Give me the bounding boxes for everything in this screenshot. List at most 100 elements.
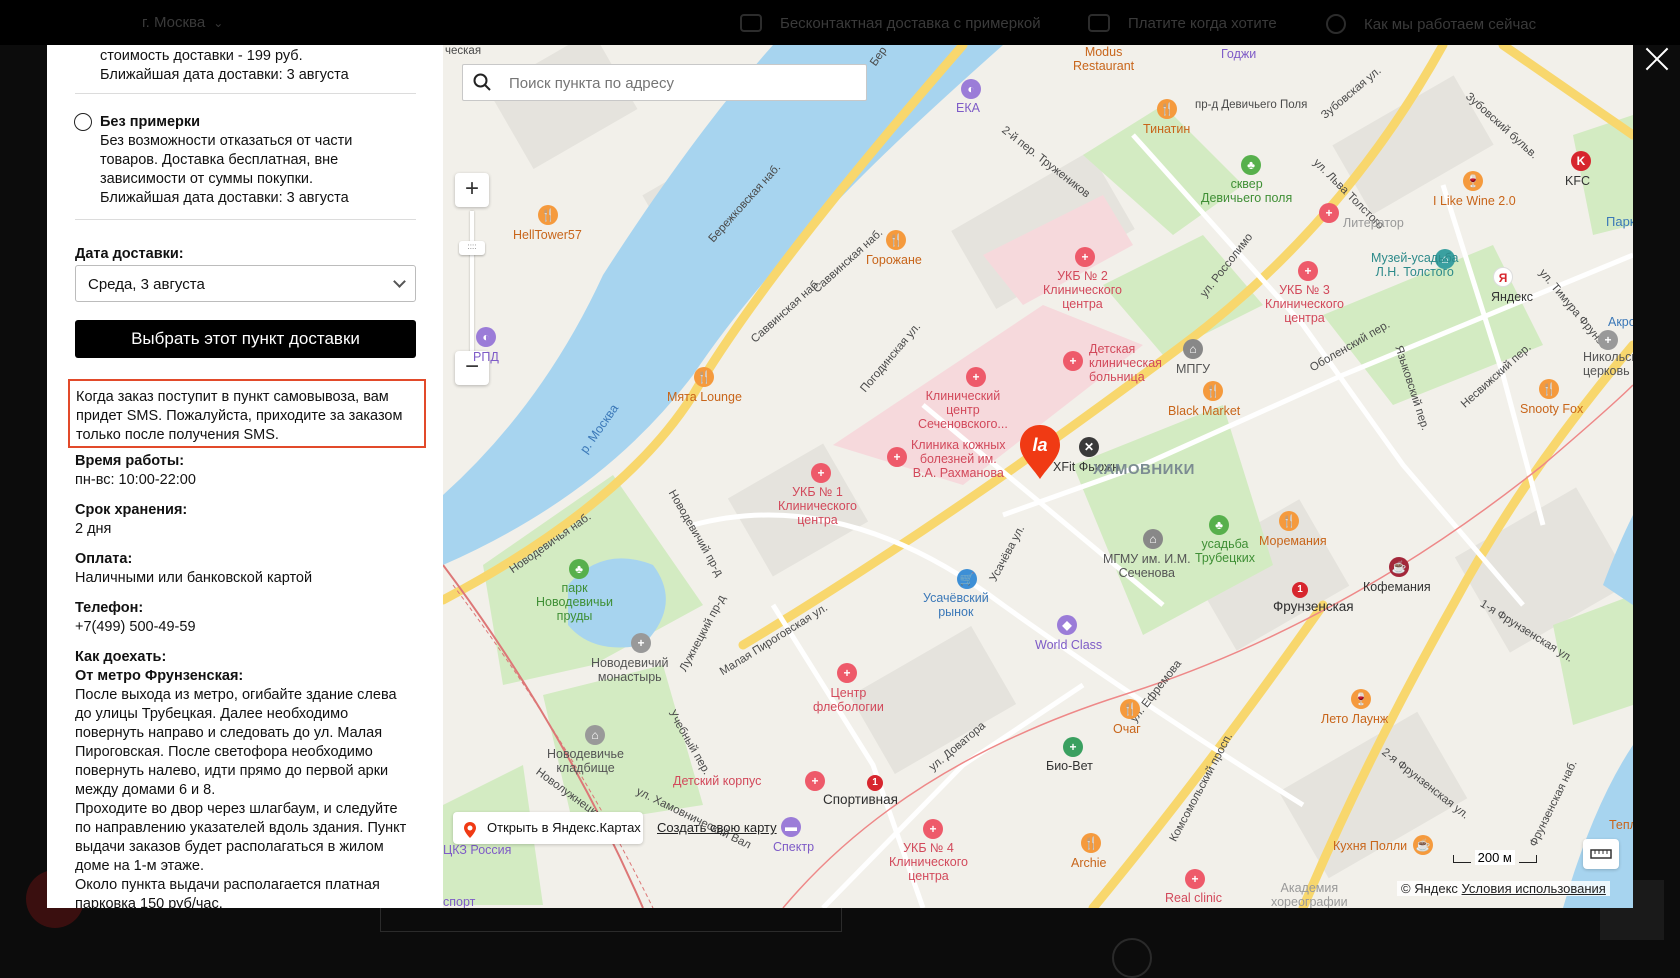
poi-label[interactable]: Новодевичий монастырь <box>591 656 669 684</box>
restaurant-icon[interactable]: 🍷 <box>1351 689 1371 709</box>
poi-label[interactable]: Клинический центр Сеченовского... <box>918 389 1008 431</box>
metro-label[interactable]: Фрунзенская <box>1273 600 1354 614</box>
service-icon[interactable]: ◐ <box>961 79 981 99</box>
zoom-handle[interactable]: :::: <box>459 241 485 255</box>
restaurant-icon[interactable]: 🍴 <box>538 205 558 225</box>
hospital-icon[interactable]: + <box>805 771 825 791</box>
hotel-icon[interactable]: ▬ <box>781 817 801 837</box>
yandex-map[interactable]: + :::: − Бережковская наб. Саввинская на… <box>443 45 1633 908</box>
poi-label[interactable]: Био-Вет <box>1046 759 1093 773</box>
poi-label[interactable]: ЦКЗ Россия <box>443 843 511 857</box>
hospital-icon[interactable]: + <box>923 819 943 839</box>
poi-label[interactable]: Моремания <box>1259 534 1327 548</box>
select-pickup-point-button[interactable]: Выбрать этот пункт доставки <box>75 320 416 358</box>
poi-label[interactable]: РПД <box>473 350 499 364</box>
poi-label[interactable]: парк Новодевичьи пруды <box>536 581 613 623</box>
poi-label[interactable]: Никольск церковь <box>1583 350 1633 378</box>
ruler-icon[interactable] <box>1583 839 1619 869</box>
poi-label[interactable]: Тепл <box>1609 818 1633 832</box>
restaurant-icon[interactable]: 🍴 <box>1539 379 1559 399</box>
park-icon[interactable]: ♣ <box>1241 155 1261 175</box>
poi-label[interactable]: Новодевичье кладбище <box>547 747 624 775</box>
kfc-icon[interactable]: K <box>1571 151 1591 171</box>
hospital-icon[interactable]: + <box>1063 351 1083 371</box>
poi-label[interactable]: УКБ № 2 Клинического центра <box>1043 269 1122 311</box>
fitness-icon[interactable]: ✕ <box>1079 437 1099 457</box>
restaurant-icon[interactable]: 🍴 <box>694 367 714 387</box>
open-in-yandex-maps-button[interactable]: Открыть в Яндекс.Картах <box>453 812 643 844</box>
pickup-point-marker[interactable]: la <box>1018 423 1062 481</box>
hospital-icon[interactable]: + <box>1298 261 1318 281</box>
poi-label[interactable]: усадьба Трубецких <box>1195 537 1255 565</box>
poi-label[interactable]: УКБ № 3 Клинического центра <box>1265 283 1344 325</box>
poi-label[interactable]: Мята Lounge <box>667 390 742 404</box>
service-icon[interactable]: ◐ <box>476 327 496 347</box>
hospital-icon[interactable]: + <box>966 367 986 387</box>
hospital-icon[interactable]: + <box>887 447 907 467</box>
poi-label[interactable]: I Like Wine 2.0 <box>1433 194 1516 208</box>
poi-label[interactable]: Детская клиническая больница <box>1089 342 1162 384</box>
feature-pay-later[interactable]: Платите когда хотите <box>1088 14 1277 32</box>
poi-label[interactable]: Усачёвский рынок <box>923 591 989 619</box>
restaurant-icon[interactable]: 🍴 <box>1279 511 1299 531</box>
restaurant-icon[interactable]: 🍴 <box>1081 833 1101 853</box>
restaurant-icon[interactable]: 🍴 <box>886 230 906 250</box>
delivery-date-select[interactable]: Среда, 3 августа <box>75 265 416 302</box>
poi-label[interactable]: Детский корпус <box>673 774 761 788</box>
poi-label[interactable]: Black Market <box>1168 404 1240 418</box>
university-icon[interactable]: ⌂ <box>1143 529 1163 549</box>
park-icon[interactable]: ♣ <box>569 559 589 579</box>
cemetery-icon[interactable]: ⌂ <box>585 725 605 745</box>
poi-label[interactable]: сквер Девичьего поля <box>1201 177 1292 205</box>
poi-label[interactable]: Лето Лаунж <box>1321 712 1388 726</box>
vet-icon[interactable]: + <box>1063 737 1083 757</box>
no-fitting-radio[interactable] <box>74 113 92 131</box>
hospital-icon[interactable]: + <box>811 463 831 483</box>
restaurant-icon[interactable]: 🍴 <box>1157 99 1177 119</box>
restaurant-icon[interactable]: 🍴 <box>1203 381 1223 401</box>
restaurant-icon[interactable]: 🍷 <box>1463 171 1483 191</box>
feature-how-we-work[interactable]: Как мы работаем сейчас <box>1326 14 1536 34</box>
poi-label[interactable]: Modus Restaurant <box>1073 45 1134 73</box>
poi-label[interactable]: МПГУ <box>1176 362 1210 376</box>
university-icon[interactable]: ⌂ <box>1183 339 1203 359</box>
hospital-icon[interactable]: + <box>1185 869 1205 889</box>
poi-label[interactable]: Очаг <box>1113 722 1141 736</box>
zoom-rail[interactable] <box>470 211 474 359</box>
metro-icon[interactable]: 1 <box>867 775 883 791</box>
poi-label[interactable]: Годжи <box>1221 47 1256 61</box>
poi-label[interactable]: МГМУ им. И.М. Сеченова <box>1103 552 1191 580</box>
phone-value[interactable]: +7(499) 500-49-59 <box>75 618 415 637</box>
hospital-icon[interactable]: + <box>1319 203 1339 223</box>
poi-label[interactable]: HellTower57 <box>513 228 582 242</box>
poi-label[interactable]: Кухня Полли <box>1333 839 1407 853</box>
city-selector[interactable]: г. Москва ⌄ <box>142 14 223 31</box>
no-fitting-option[interactable]: Без примерки Без возможности отказаться … <box>100 113 440 208</box>
poi-label[interactable]: World Class <box>1035 638 1102 652</box>
cafe-icon[interactable]: ☕ <box>1389 557 1409 577</box>
poi-label[interactable]: Яндекс <box>1491 290 1533 304</box>
metro-icon[interactable]: 1 <box>1292 582 1308 598</box>
poi-label[interactable]: Центр флебологии <box>813 686 884 714</box>
poi-label[interactable]: Snooty Fox <box>1520 402 1583 416</box>
feature-contactless[interactable]: Бесконтактная доставка с примеркой <box>740 14 1041 32</box>
poi-label[interactable]: УКБ № 1 Клинического центра <box>778 485 857 527</box>
poi-label[interactable]: Акро <box>1608 315 1633 329</box>
poi-label[interactable]: УКБ № 4 Клинического центра <box>889 841 968 883</box>
poi-label[interactable]: Тинатин <box>1143 122 1190 136</box>
church-icon[interactable]: + <box>1598 330 1618 350</box>
monastery-icon[interactable]: + <box>631 633 651 653</box>
yandex-icon[interactable]: Я <box>1493 267 1513 287</box>
create-map-link[interactable]: Создать свою карту <box>657 820 777 835</box>
poi-label[interactable]: Клиника кожных болезней им. В.А. Рахманова <box>911 438 1006 480</box>
poi-label[interactable]: Музей-усадьба Л.Н. Толстого <box>1371 251 1458 279</box>
poi-label[interactable]: Парк <box>1606 215 1633 229</box>
pickup-details-panel[interactable]: стоимость доставки - 199 руб. Ближайшая … <box>47 45 443 908</box>
poi-label[interactable]: Спектр <box>773 840 814 854</box>
hospital-icon[interactable]: + <box>837 663 857 683</box>
poi-label[interactable]: Литератор <box>1343 216 1404 230</box>
poi-label[interactable]: Академия хореографии <box>1271 881 1348 908</box>
poi-label[interactable]: Real clinic <box>1165 891 1222 905</box>
terms-link[interactable]: Условия использования <box>1462 881 1606 896</box>
restaurant-icon[interactable]: 🍴 <box>1120 699 1140 719</box>
